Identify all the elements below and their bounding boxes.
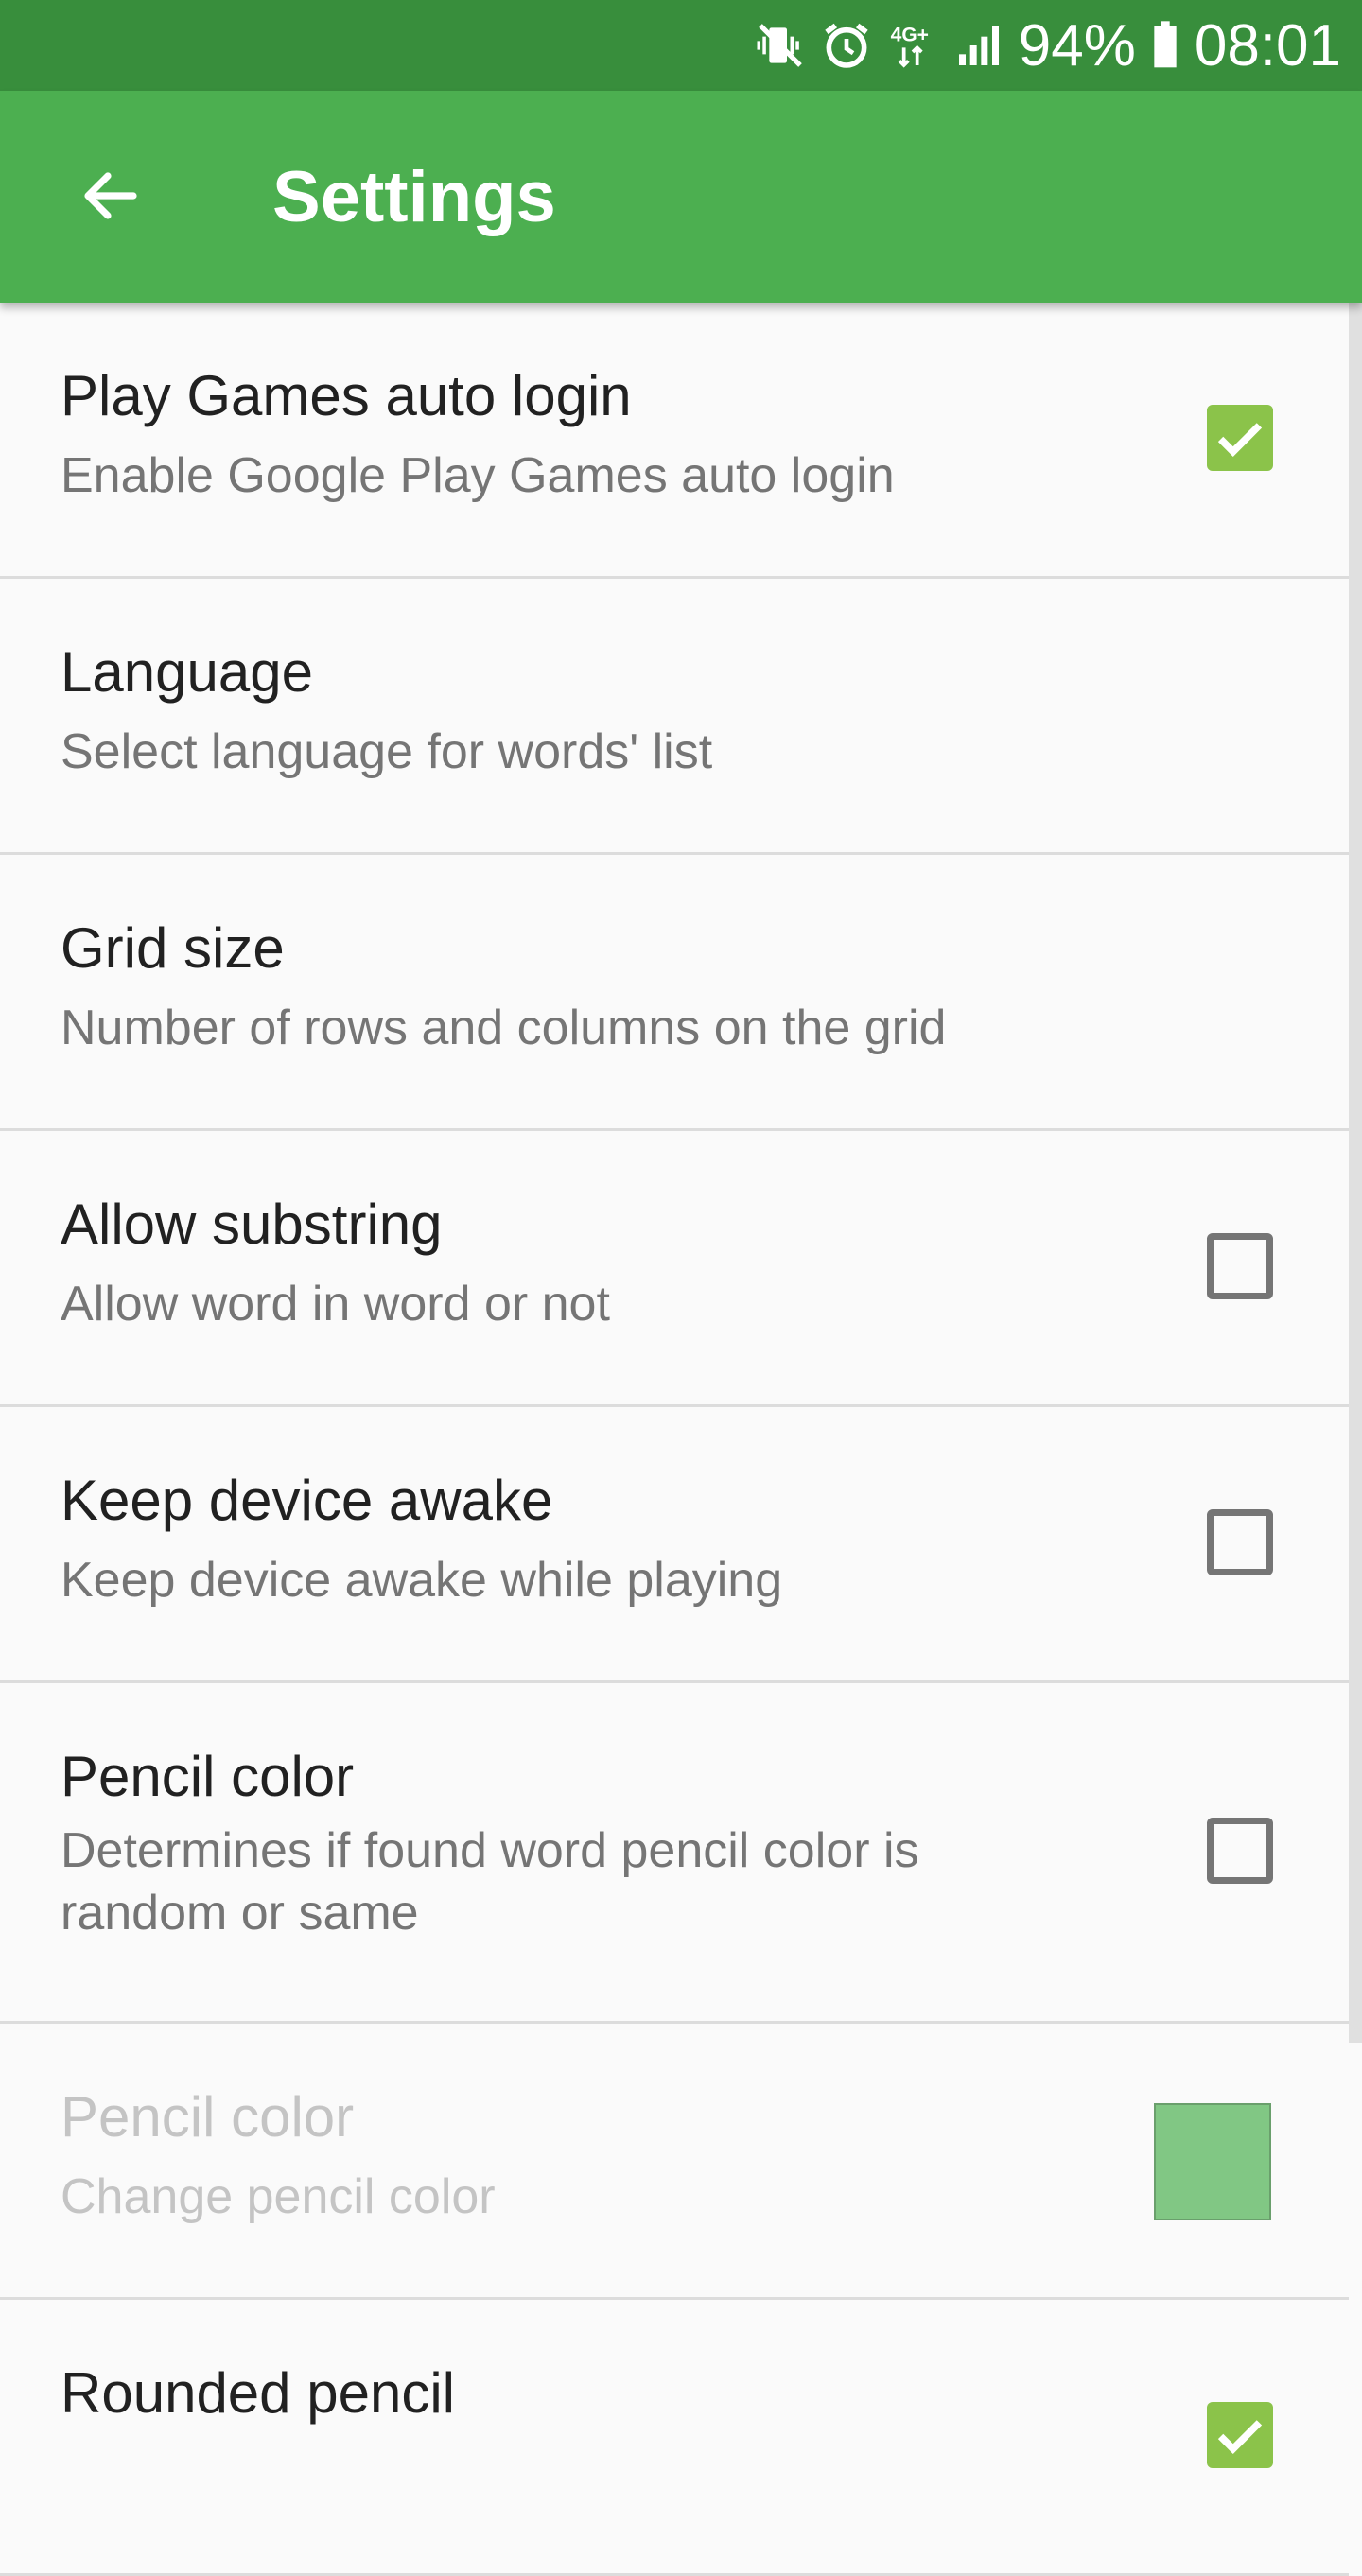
setting-keep-device-awake[interactable]: Keep device awake Keep device awake whil…: [0, 1407, 1349, 1683]
setting-title: Rounded pencil: [61, 2361, 455, 2425]
rounded-pencil-checkbox[interactable]: [1207, 2402, 1273, 2468]
pencil-color-mode-checkbox[interactable]: [1207, 1818, 1273, 1884]
check-icon: [1217, 423, 1263, 457]
setting-title: Keep device awake: [61, 1469, 553, 1532]
battery-icon: [1149, 19, 1181, 72]
network-4g-icon: 4G+: [886, 19, 939, 72]
signal-icon: [952, 19, 1005, 72]
scrollbar[interactable]: [1349, 303, 1362, 2043]
setting-summary: Select language for words' list: [61, 724, 713, 779]
setting-title: Allow substring: [61, 1192, 443, 1256]
setting-title: Play Games auto login: [61, 364, 632, 427]
back-button[interactable]: [49, 136, 172, 259]
page-title: Settings: [272, 156, 556, 237]
setting-summary: Determines if found word pencil color is…: [61, 1823, 919, 1941]
setting-title: Pencil color: [61, 1745, 355, 1808]
vibrate-icon: [754, 19, 807, 72]
setting-allow-substring[interactable]: Allow substring Allow word in word or no…: [0, 1131, 1349, 1407]
setting-pencil-color: Pencil color Change pencil color: [0, 2024, 1349, 2300]
pencil-color-swatch: [1154, 2103, 1271, 2220]
setting-title: Pencil color: [61, 2085, 355, 2149]
status-bar: 4G+ 94% 08:01: [0, 0, 1362, 91]
setting-rounded-pencil[interactable]: Rounded pencil: [0, 2300, 1349, 2576]
setting-summary: Enable Google Play Games auto login: [61, 448, 895, 503]
setting-summary: Change pencil color: [61, 2169, 496, 2224]
app-bar: Settings: [0, 91, 1362, 303]
setting-pencil-color-mode[interactable]: Pencil color Determines if found word pe…: [0, 1683, 1349, 2024]
setting-language[interactable]: Language Select language for words' list: [0, 579, 1349, 855]
battery-percent: 94%: [1018, 12, 1136, 78]
setting-grid-size[interactable]: Grid size Number of rows and columns on …: [0, 855, 1349, 1131]
keep-device-awake-checkbox[interactable]: [1207, 1509, 1273, 1575]
setting-title: Language: [61, 640, 313, 704]
alarm-icon: [820, 19, 873, 72]
arrow-left-icon: [77, 162, 145, 235]
setting-title: Grid size: [61, 916, 285, 980]
allow-substring-checkbox[interactable]: [1207, 1233, 1273, 1299]
setting-summary: Number of rows and columns on the grid: [61, 1001, 947, 1055]
svg-text:4G+: 4G+: [890, 24, 928, 45]
play-games-auto-login-checkbox[interactable]: [1207, 405, 1273, 471]
status-icons: 4G+ 94% 08:01: [754, 0, 1341, 91]
check-icon: [1217, 2420, 1263, 2454]
settings-list: Play Games auto login Enable Google Play…: [0, 303, 1349, 2576]
clock: 08:01: [1194, 12, 1341, 78]
setting-summary: Allow word in word or not: [61, 1277, 610, 1332]
setting-play-games-auto-login[interactable]: Play Games auto login Enable Google Play…: [0, 303, 1349, 579]
setting-summary: Keep device awake while playing: [61, 1553, 783, 1608]
